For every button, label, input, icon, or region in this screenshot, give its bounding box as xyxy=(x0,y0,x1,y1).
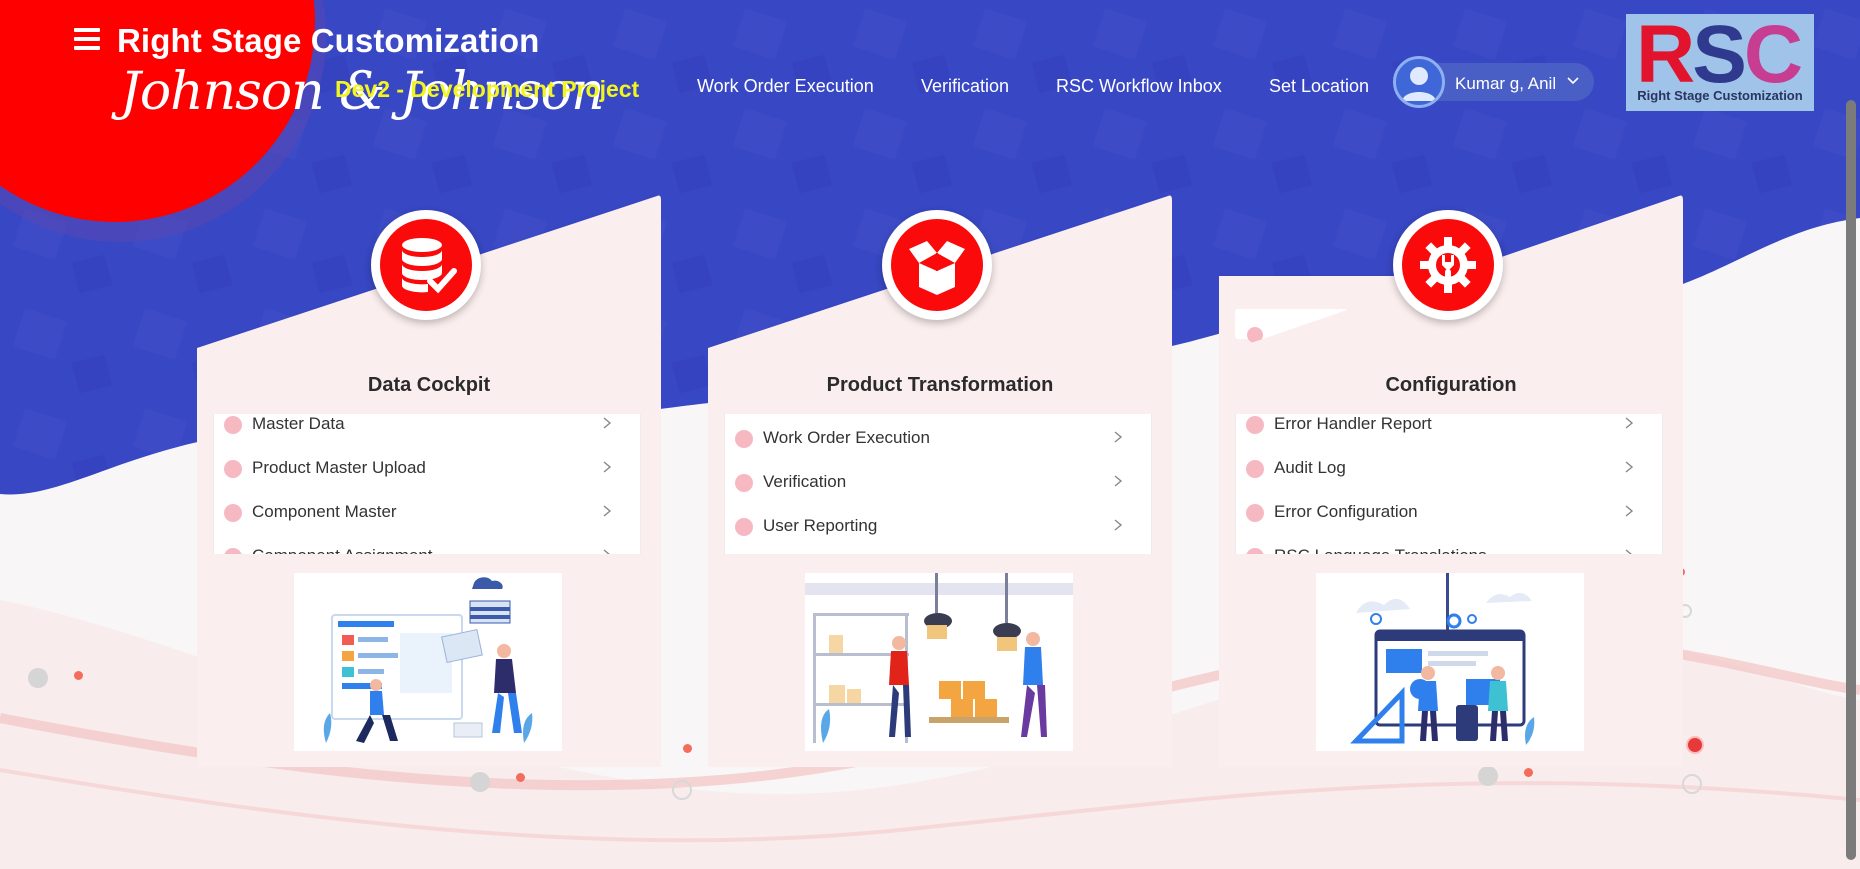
card-product-transformation: Product Transformation Work Order Execut… xyxy=(708,192,1172,767)
vertical-scrollbar[interactable] xyxy=(1846,100,1856,860)
list-item-product-master-upload[interactable]: Product Master Upload xyxy=(214,446,640,490)
chevron-right-icon xyxy=(603,505,612,517)
list-item-user-reporting[interactable]: User Reporting xyxy=(725,504,1151,548)
bullet-icon xyxy=(1246,548,1264,554)
list-item-label: Error Configuration xyxy=(1274,502,1418,521)
bullet-icon xyxy=(735,518,753,536)
decor-dot xyxy=(672,780,692,800)
decor-dot xyxy=(683,744,692,753)
database-check-icon xyxy=(402,238,457,294)
gear-wrench-icon xyxy=(1420,237,1476,293)
list-item-label: Verification xyxy=(763,472,847,491)
chevron-right-icon xyxy=(603,549,610,554)
bullet-icon xyxy=(224,548,242,554)
hamburger-menu-icon[interactable] xyxy=(74,28,100,50)
card-title: Product Transformation xyxy=(826,374,1054,396)
list-item-audit-log[interactable]: Audit Log xyxy=(1236,446,1662,490)
card-title: Configuration xyxy=(1385,374,1517,396)
nav-work-order-execution[interactable]: Work Order Execution xyxy=(697,76,874,97)
list-item-verification[interactable]: Verification xyxy=(725,460,1151,504)
chevron-right-icon xyxy=(1114,519,1123,531)
bullet-icon xyxy=(735,430,753,448)
list-item-label: Component Assignment xyxy=(252,546,433,554)
decor-dot xyxy=(28,668,48,688)
chevron-down-icon[interactable] xyxy=(1566,73,1580,87)
rsc-logo-subtitle: Right Stage Customization xyxy=(1637,88,1803,103)
decor-dot xyxy=(1478,766,1498,786)
list-item-label: Component Master xyxy=(252,502,397,521)
bullet-icon xyxy=(1246,460,1264,478)
chevron-right-icon xyxy=(603,461,612,473)
rsc-logo-letter: S xyxy=(1692,9,1747,100)
list-item-label: Error Handler Report xyxy=(1274,414,1432,433)
decor-dot xyxy=(74,671,83,680)
open-box-icon xyxy=(909,241,965,295)
list-item-master-data[interactable]: Master Data xyxy=(214,414,640,446)
decor-dot xyxy=(1686,736,1704,754)
chevron-right-icon xyxy=(1625,417,1634,429)
chevron-right-icon xyxy=(1625,461,1634,473)
user-icon xyxy=(1402,67,1436,101)
rsc-logo-letter: R xyxy=(1636,9,1695,100)
list-item-rsc-language-translations[interactable]: RSC Language Translations xyxy=(1236,534,1662,554)
nav-verification[interactable]: Verification xyxy=(921,76,1009,97)
nav-rsc-workflow-inbox[interactable]: RSC Workflow Inbox xyxy=(1056,76,1222,97)
list-item-work-order-execution[interactable]: Work Order Execution xyxy=(725,416,1151,460)
illustration-data-dashboard xyxy=(294,573,562,751)
decor-dot xyxy=(1524,768,1533,777)
card-menu-list[interactable]: Master Data Product Master Upload Compon… xyxy=(213,414,641,554)
chevron-right-icon xyxy=(1625,505,1634,517)
chevron-right-icon xyxy=(1114,475,1123,487)
card-configuration: Configuration Error Handler Report Audit… xyxy=(1219,192,1683,767)
bullet-icon xyxy=(1246,504,1264,522)
card-menu-list[interactable]: Error Handler Report Audit Log Error Con… xyxy=(1235,414,1663,554)
illustration-configuration xyxy=(1316,573,1584,751)
decor-dot xyxy=(1682,774,1702,794)
rsc-logo-letter: C xyxy=(1743,9,1803,100)
list-item-label: RSC Language Translations xyxy=(1274,546,1487,554)
card-badge xyxy=(1393,210,1503,320)
bullet-icon xyxy=(224,504,242,522)
card-menu-list[interactable]: Work Order Execution Verification User R… xyxy=(724,414,1152,554)
bullet-icon xyxy=(224,416,242,434)
project-name: Dev2 - Development Project xyxy=(335,76,640,102)
chevron-right-icon xyxy=(603,417,612,429)
bullet-icon xyxy=(735,474,753,492)
list-item-component-assignment[interactable]: Component Assignment xyxy=(214,534,640,554)
nav-set-location[interactable]: Set Location xyxy=(1269,76,1369,97)
chevron-right-icon xyxy=(1625,549,1632,554)
card-badge xyxy=(371,210,481,320)
decor-dot xyxy=(516,773,525,782)
bullet-icon xyxy=(224,460,242,478)
list-item-error-handler-report[interactable]: Error Handler Report xyxy=(1236,414,1662,446)
list-item-label: User Reporting xyxy=(763,516,878,535)
list-item-label: Audit Log xyxy=(1274,458,1346,477)
list-item-label: Master Data xyxy=(252,414,345,433)
list-item-label: Product Master Upload xyxy=(252,458,426,477)
bullet-icon xyxy=(1246,416,1264,434)
chevron-right-icon xyxy=(1114,431,1123,443)
list-item-error-configuration[interactable]: Error Configuration xyxy=(1236,490,1662,534)
list-item-component-master[interactable]: Component Master xyxy=(214,490,640,534)
card-title: Data Cockpit xyxy=(367,374,491,396)
rsc-logo: RSC Right Stage Customization xyxy=(1626,10,1814,111)
list-item-label: Work Order Execution xyxy=(763,428,930,447)
decor-dot xyxy=(470,772,490,792)
user-name[interactable]: Kumar g, Anil xyxy=(1455,74,1556,94)
app-title: Right Stage Customization xyxy=(117,22,540,59)
illustration-warehouse xyxy=(805,573,1073,751)
card-data-cockpit: Data Cockpit Master Data Product Master … xyxy=(197,192,661,767)
avatar[interactable] xyxy=(1393,56,1445,108)
card-badge xyxy=(882,210,992,320)
